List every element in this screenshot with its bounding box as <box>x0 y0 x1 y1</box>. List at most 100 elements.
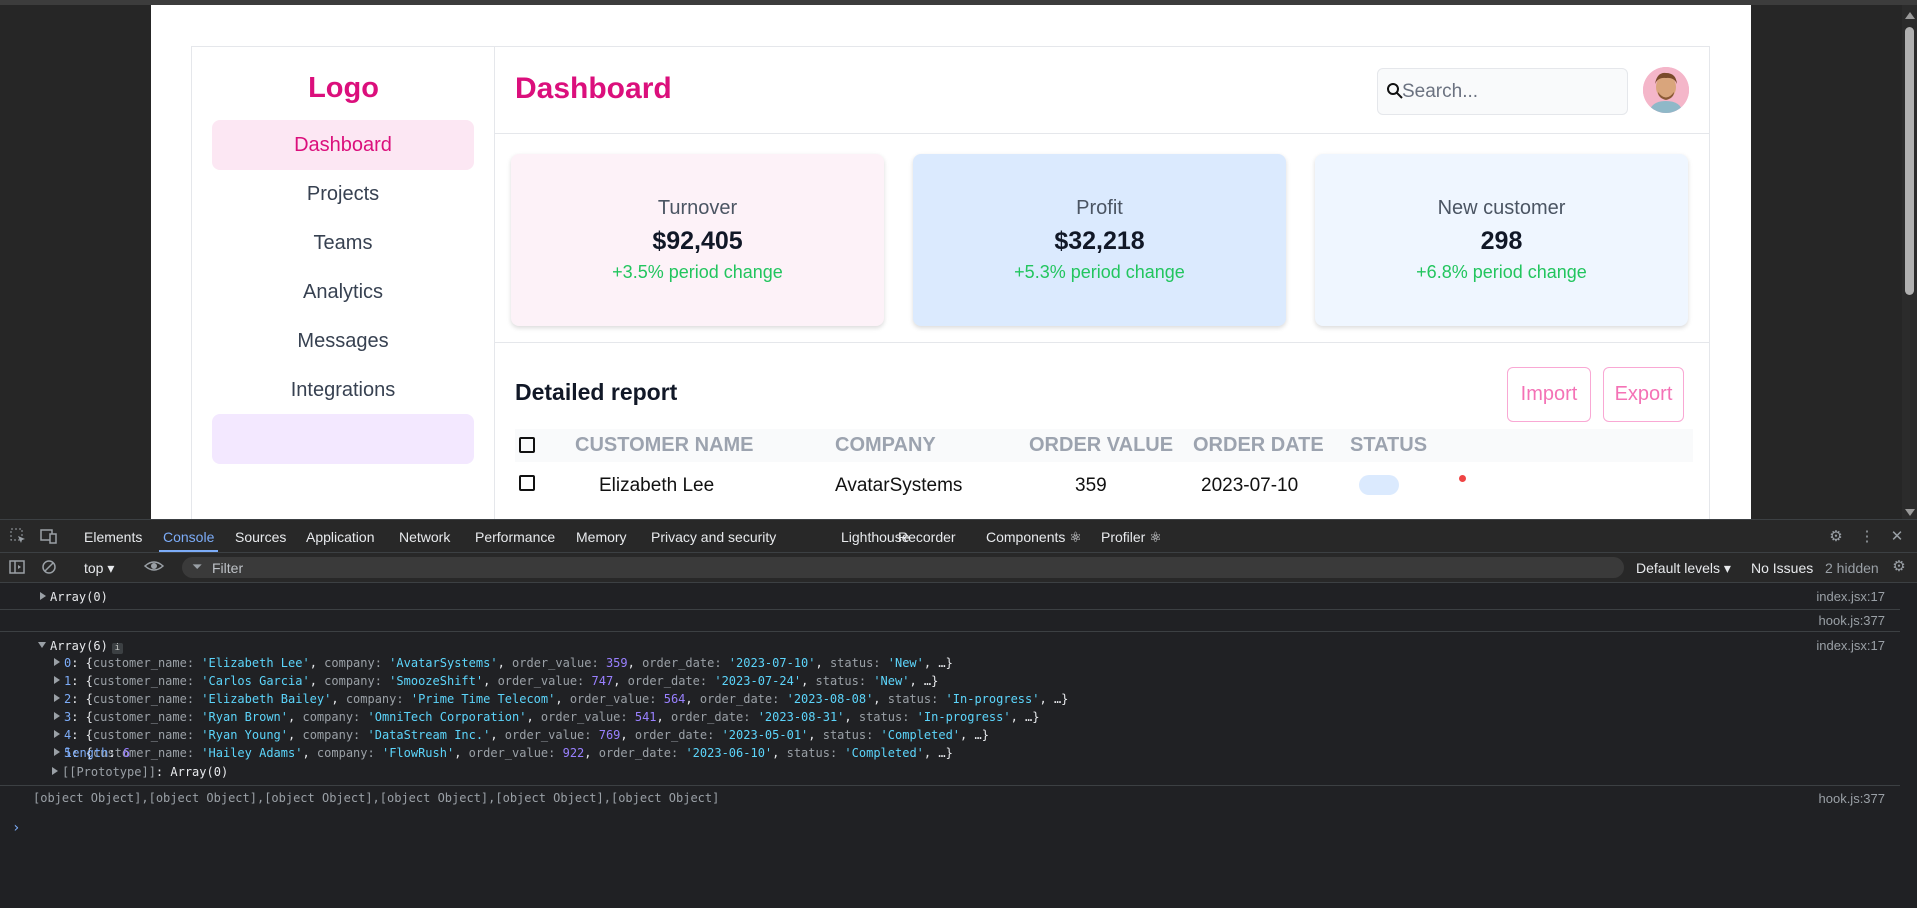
search-input[interactable] <box>1402 69 1622 114</box>
value-customer-name: Elizabeth Bailey <box>208 692 325 706</box>
column-order-date[interactable]: ORDER DATE <box>1193 434 1324 457</box>
avatar[interactable] <box>1643 67 1689 113</box>
column-status[interactable]: STATUS <box>1350 434 1427 457</box>
row-action-dot[interactable] <box>1459 475 1466 482</box>
more-options-icon[interactable]: ⋮ <box>1858 528 1876 546</box>
row-company: AvatarSystems <box>835 475 963 496</box>
value-order-value: 541 <box>634 710 657 724</box>
scroll-up-arrow-icon[interactable] <box>1905 12 1915 19</box>
page-canvas: Logo Dashboard Projects Teams Analytics … <box>151 5 1751 519</box>
value-status: Completed <box>851 746 917 760</box>
clear-console-icon[interactable] <box>40 559 58 577</box>
value-order-value: 922 <box>562 746 585 760</box>
row-order-date: 2023-07-10 <box>1201 475 1299 496</box>
table-row[interactable]: Elizabeth Lee AvatarSystems 359 2023-07-… <box>515 475 1693 505</box>
column-order-value[interactable]: ORDER VALUE <box>1029 434 1173 457</box>
source-link[interactable]: hook.js:377 <box>1819 791 1886 806</box>
sidebar-toggle-icon[interactable] <box>8 559 26 577</box>
scrollbar-thumb[interactable] <box>1905 27 1914 295</box>
tab-profiler[interactable]: Profiler ⚛ <box>1101 529 1162 546</box>
prototype-row[interactable]: [[Prototype]]: Array(0) <box>0 765 1917 783</box>
tab-performance[interactable]: Performance <box>475 529 555 545</box>
live-expression-eye-icon[interactable] <box>143 558 165 576</box>
settings-gear-icon[interactable]: ⚙ <box>1827 528 1845 546</box>
array-item-row[interactable]: 2: {customer_name: 'Elizabeth Bailey', c… <box>54 692 1068 706</box>
source-link[interactable]: index.jsx:17 <box>1816 638 1885 653</box>
expand-arrow-icon[interactable] <box>54 748 60 756</box>
page-viewport: Logo Dashboard Projects Teams Analytics … <box>0 0 1917 519</box>
import-button[interactable]: Import <box>1507 367 1591 422</box>
inspect-element-icon[interactable] <box>9 528 27 546</box>
expand-arrow-icon[interactable] <box>54 676 60 684</box>
array-item-row[interactable]: 4: {customer_name: 'Ryan Young', company… <box>54 728 989 742</box>
expand-arrow-icon[interactable] <box>54 712 60 720</box>
page-scrollbar[interactable] <box>1902 5 1917 519</box>
length-key: length <box>65 746 109 760</box>
console-entry[interactable]: hook.js:377 <box>0 610 1917 630</box>
select-all-checkbox[interactable] <box>519 437 535 453</box>
sidebar-item-teams[interactable]: Teams <box>212 218 474 268</box>
console-entry[interactable]: Array(0) index.jsx:17 <box>0 583 1917 609</box>
tab-sources[interactable]: Sources <box>235 529 286 545</box>
filter-input[interactable] <box>212 557 1612 578</box>
console-entry[interactable]: [object Object],[object Object],[object … <box>0 786 1917 808</box>
collapse-arrow-icon[interactable] <box>38 642 46 648</box>
value-customer-name: Elizabeth Lee <box>208 656 303 670</box>
row-order-value: 359 <box>1075 475 1107 496</box>
device-toolbar-icon[interactable] <box>40 528 58 546</box>
scroll-down-arrow-icon[interactable] <box>1905 509 1915 516</box>
console-prompt-icon[interactable]: › <box>12 820 20 836</box>
info-icon[interactable]: i <box>111 643 123 654</box>
source-link[interactable]: hook.js:377 <box>1819 613 1886 628</box>
array-item-row[interactable]: 5: {customer_name: 'Hailey Adams', compa… <box>54 746 953 760</box>
expand-arrow-icon[interactable] <box>54 694 60 702</box>
tab-console[interactable]: Console <box>158 529 219 552</box>
tab-privacy-security[interactable]: Privacy and security <box>651 529 776 545</box>
sidebar-item-messages[interactable]: Messages <box>212 316 474 366</box>
sidebar-item-integrations[interactable]: Integrations <box>212 365 474 415</box>
row-status-badge <box>1359 475 1399 495</box>
expand-arrow-icon[interactable] <box>52 767 58 775</box>
issues-counter[interactable]: No Issues <box>1751 560 1813 576</box>
row-checkbox[interactable] <box>519 475 535 491</box>
filter-box[interactable]: ⏷ <box>182 557 1624 578</box>
tab-components[interactable]: Components ⚛ <box>986 529 1082 546</box>
expand-arrow-icon[interactable] <box>54 658 60 666</box>
value-order-date: 2023-07-10 <box>736 656 809 670</box>
expand-arrow-icon[interactable] <box>54 730 60 738</box>
close-icon[interactable]: ✕ <box>1888 528 1906 546</box>
detailed-report: Detailed report Import Export CUSTOMER N… <box>495 357 1709 519</box>
value-order-value: 769 <box>598 728 621 742</box>
sidebar-item-projects[interactable]: Projects <box>212 169 474 219</box>
value-status: New <box>880 674 903 688</box>
source-link[interactable]: index.jsx:17 <box>1816 589 1885 604</box>
tab-elements[interactable]: Elements <box>84 529 142 545</box>
export-button[interactable]: Export <box>1603 367 1684 422</box>
column-company[interactable]: COMPANY <box>835 434 936 457</box>
stat-label: Profit <box>1076 197 1123 219</box>
sidebar-item-dashboard[interactable]: Dashboard <box>212 120 474 170</box>
tab-application[interactable]: Application <box>306 529 375 545</box>
tab-recorder[interactable]: Recorder <box>898 529 956 545</box>
value-status: Completed <box>887 728 953 742</box>
array-item-row[interactable]: 1: {customer_name: 'Carlos Garcia', comp… <box>54 674 938 688</box>
header: Dashboard <box>495 47 1709 134</box>
sidebar-item-analytics[interactable]: Analytics <box>212 267 474 317</box>
value-company: DataStream Inc. <box>374 728 484 742</box>
search-box[interactable] <box>1377 68 1628 115</box>
array-item-row[interactable]: 0: {customer_name: 'Elizabeth Lee', comp… <box>54 656 953 670</box>
value-status: In-progress <box>952 692 1033 706</box>
value-order-date: 2023-08-31 <box>764 710 838 724</box>
console-settings-gear-icon[interactable]: ⚙ <box>1890 558 1908 576</box>
tab-memory[interactable]: Memory <box>576 529 627 545</box>
tab-network[interactable]: Network <box>399 529 450 545</box>
prototype-key: [[Prototype]] <box>62 765 156 779</box>
array-item-row[interactable]: 3: {customer_name: 'Ryan Brown', company… <box>54 710 1040 724</box>
value-company: SmoozeShift <box>396 674 476 688</box>
log-levels-dropdown[interactable]: Default levels ▾ <box>1636 560 1731 577</box>
expand-arrow-icon[interactable] <box>40 592 46 600</box>
column-customer-name[interactable]: CUSTOMER NAME <box>575 434 754 457</box>
sidebar-item-partial[interactable] <box>212 414 474 464</box>
console-entry-array[interactable]: Array(6) i index.jsx:17 0: {customer_name… <box>0 632 1917 761</box>
context-selector[interactable]: top ▾ <box>84 560 114 577</box>
